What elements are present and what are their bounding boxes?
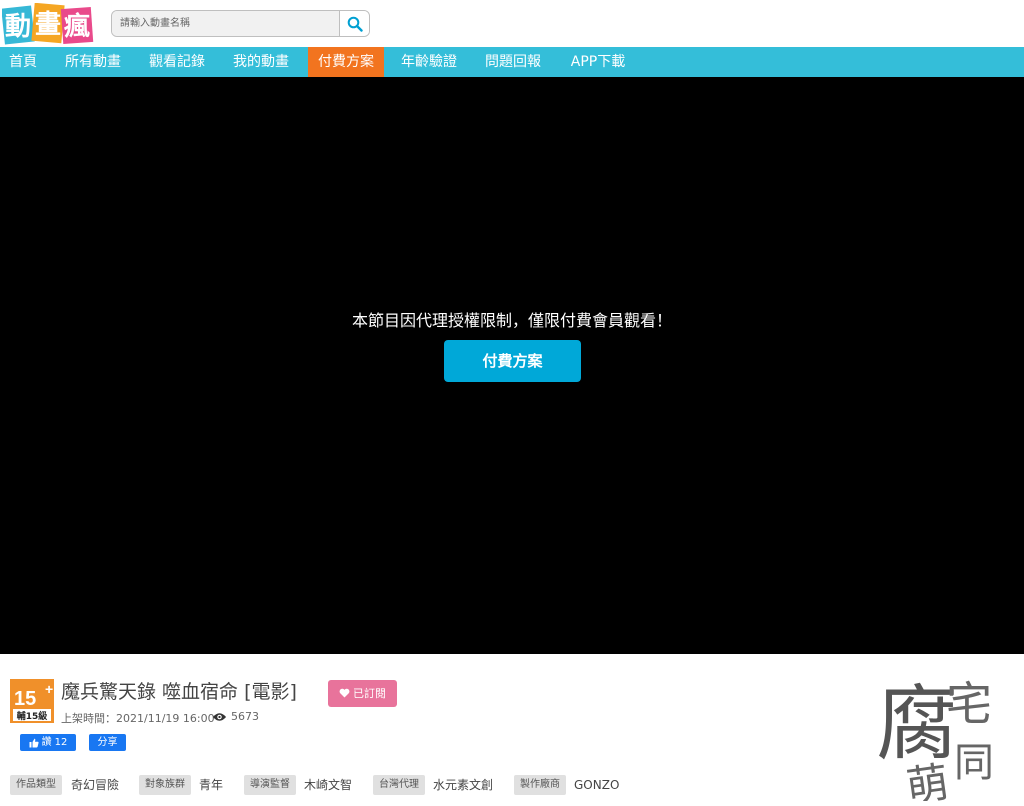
thumbs-up-icon (29, 738, 39, 747)
page: 動 畫 瘋 首頁 所有動畫 觀看記錄 我的動畫 付費方案 年齡驗證 問題回報 A… (0, 0, 1024, 806)
tag-value-director[interactable]: 木崎文智 (304, 775, 352, 795)
svg-text:畫: 畫 (35, 10, 61, 40)
tag-value-genre[interactable]: 奇幻冒險 (71, 775, 119, 795)
search-button[interactable] (339, 11, 369, 36)
main-nav: 首頁 所有動畫 觀看記錄 我的動畫 付費方案 年齡驗證 問題回報 APP下載 (0, 47, 1024, 77)
svg-text:瘋: 瘋 (64, 11, 90, 42)
svg-text:同: 同 (954, 740, 994, 786)
nav-item-all-anime[interactable]: 所有動畫 (52, 47, 134, 77)
nav-item-report[interactable]: 問題回報 (472, 47, 554, 77)
view-count: 5673 (212, 710, 259, 723)
restriction-message: 本節目因代理授權限制，僅限付費會員觀看！ (351, 311, 672, 330)
tag-label-distributor: 台灣代理 (373, 775, 425, 795)
anime-title: 魔兵驚天錄 噬血宿命 [電影] (61, 681, 297, 703)
tag-value-studio[interactable]: GONZO (574, 775, 619, 795)
eye-icon (212, 712, 227, 721)
heart-icon (339, 688, 350, 698)
rating-label: 輔15級 (17, 710, 48, 722)
tag-label-genre: 作品類型 (10, 775, 62, 795)
tag-value-distributor[interactable]: 水元素文創 (433, 775, 493, 795)
paid-plan-button[interactable]: 付費方案 (444, 340, 581, 382)
tag-label-studio: 製作廠商 (514, 775, 566, 795)
nav-item-app-download[interactable]: APP下載 (558, 47, 638, 77)
nav-item-paid-plan[interactable]: 付費方案 (308, 47, 384, 77)
search-box (111, 10, 370, 37)
svg-text:萌: 萌 (903, 757, 951, 801)
nav-item-my-anime[interactable]: 我的動畫 (220, 47, 302, 77)
tag-label-director: 導演監督 (244, 775, 296, 795)
site-logo[interactable]: 動 畫 瘋 (2, 3, 94, 45)
tag-label-audience: 對象族群 (139, 775, 191, 795)
release-time: 上架時間：2021/11/19 16:00 (61, 712, 215, 725)
search-input[interactable] (112, 11, 340, 36)
rating-number: 15 (14, 688, 36, 710)
svg-text:動: 動 (5, 12, 31, 42)
svg-text:+: + (45, 681, 53, 697)
nav-item-age-verification[interactable]: 年齡驗證 (388, 47, 470, 77)
header: 動 畫 瘋 (0, 0, 1024, 47)
age-rating-badge: 15 + 輔15級 (10, 679, 54, 723)
subscribe-label: 已訂閱 (353, 687, 386, 700)
view-count-value: 5673 (231, 710, 259, 723)
like-count: 12 (54, 737, 68, 748)
like-button[interactable]: 讚 12 (20, 734, 76, 751)
tag-value-audience[interactable]: 青年 (199, 775, 223, 795)
nav-item-history[interactable]: 觀看記錄 (136, 47, 218, 77)
svg-text:宅: 宅 (946, 677, 992, 731)
share-button[interactable]: 分享 (89, 734, 126, 751)
like-label: 讚 (41, 737, 52, 748)
search-icon (347, 16, 363, 32)
nav-item-home[interactable]: 首頁 (0, 47, 46, 77)
video-player[interactable]: 本節目因代理授權限制，僅限付費會員觀看！ 付費方案 (0, 77, 1024, 654)
subscribe-button[interactable]: 已訂閱 (328, 680, 397, 707)
calligraphy-stamp: 腐 宅 同 萌 (876, 677, 994, 801)
